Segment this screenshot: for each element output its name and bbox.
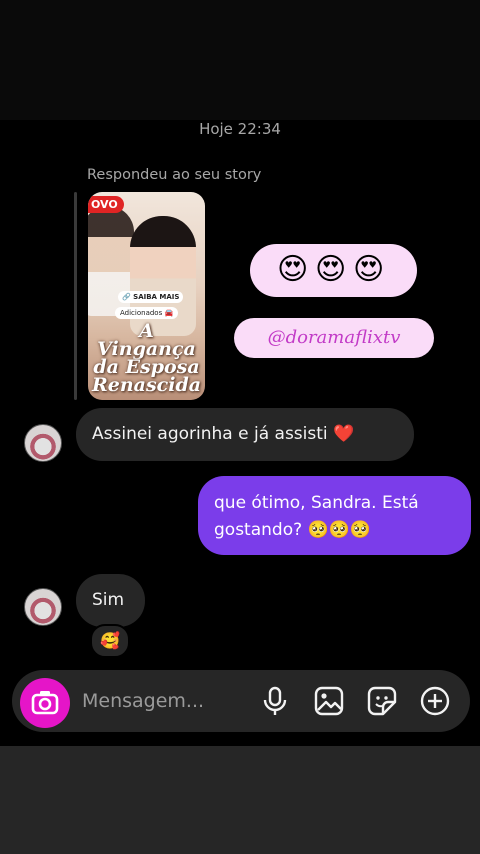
camera-icon [31, 691, 59, 715]
mention-text[interactable]: @doramaflixtv [234, 318, 434, 358]
chat-timestamp: Hoje 22:34 [199, 120, 281, 138]
camera-button[interactable] [20, 678, 70, 728]
sticker-icon[interactable] [366, 685, 398, 717]
story-thumbnail[interactable]: OVO 🔗 SAIBA MAIS Adicionados 🚘 A Vinganç… [88, 192, 205, 400]
message-composer [12, 670, 470, 732]
incoming-message[interactable]: Sim [76, 574, 145, 627]
message-reaction[interactable]: 🥰 [90, 624, 130, 658]
incoming-message[interactable]: Assinei agorinha e já assisti ❤️ [76, 408, 414, 461]
link-icon: 🔗 [122, 293, 131, 301]
story-adicionados: Adicionados 🚘 [115, 307, 179, 319]
outgoing-message[interactable]: que ótimo, Sandra. Está gostando? 🥺🥺🥺 [198, 476, 471, 555]
mention-bubble[interactable]: @doramaflixtv [234, 318, 434, 358]
message-text: Sim [92, 590, 125, 610]
message-text-line: gostando? 🥺🥺🥺 [214, 520, 372, 540]
car-icon: 🚘 [164, 309, 174, 317]
avatar[interactable] [24, 424, 62, 462]
microphone-icon[interactable] [259, 685, 291, 717]
gallery-icon[interactable] [313, 685, 345, 717]
plus-circle-icon[interactable] [419, 685, 451, 717]
avatar[interactable] [24, 588, 62, 626]
story-title: A Vingança da Esposa Renascida [91, 320, 202, 396]
message-input[interactable]: Mensagem... [82, 690, 204, 712]
message-text: Assinei agorinha e já assisti ❤️ [92, 424, 355, 444]
reply-indicator-line [74, 192, 77, 400]
heart-eyes-emoji: 😍 [315, 252, 347, 287]
emoji-reply-bubble[interactable]: 😍 😍 😍 [250, 244, 417, 297]
story-saiba-mais: 🔗 SAIBA MAIS [118, 291, 184, 303]
story-badge: OVO [88, 196, 124, 213]
bottom-area [0, 746, 480, 854]
message-text-line: que ótimo, Sandra. Está [214, 493, 419, 513]
story-reply-label: Respondeu ao seu story [87, 167, 262, 183]
heart-eyes-emoji: 😍 [277, 252, 309, 287]
heart-eyes-emoji: 😍 [353, 252, 385, 287]
header-area [0, 0, 480, 120]
